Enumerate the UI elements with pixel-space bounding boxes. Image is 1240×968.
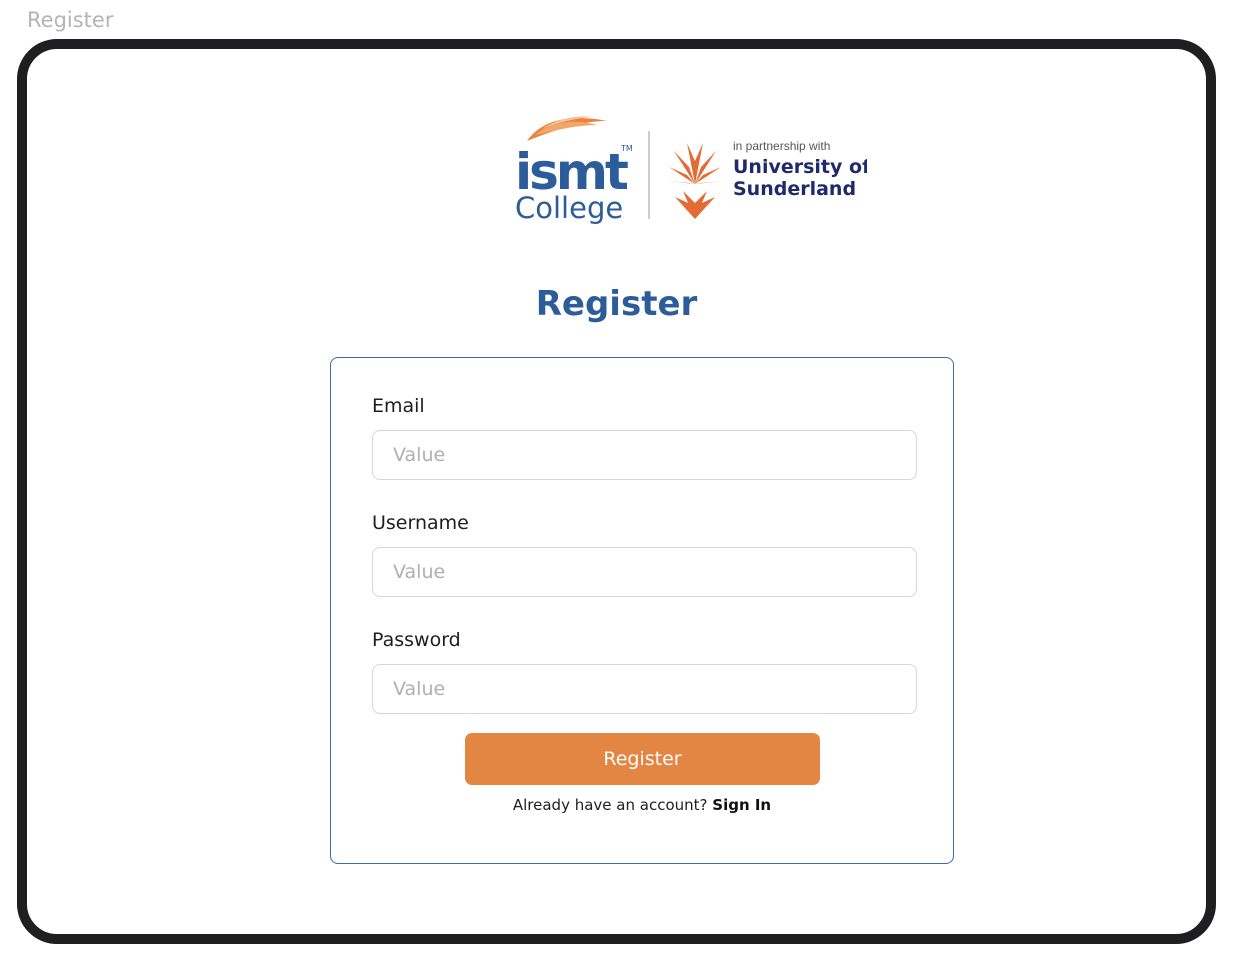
flame-icon <box>527 116 607 141</box>
username-label: Username <box>372 512 469 534</box>
signin-prompt: Already have an account? <box>512 796 713 814</box>
email-field[interactable] <box>372 430 917 480</box>
signin-link[interactable]: Sign In <box>712 796 771 814</box>
logo: ismt TM College in partnership with Univ… <box>515 116 867 225</box>
register-button[interactable]: Register <box>465 733 820 785</box>
partnership-text: in partnership with <box>733 139 830 153</box>
register-form-card: Email Username Password Register Already… <box>330 357 954 864</box>
password-field[interactable] <box>372 664 917 714</box>
device-frame: ismt TM College in partnership with Univ… <box>17 39 1216 944</box>
username-field[interactable] <box>372 547 917 597</box>
university-line2: Sunderland <box>733 178 856 200</box>
email-label: Email <box>372 395 425 417</box>
university-line1: University of <box>733 156 867 178</box>
page-title: Register <box>535 284 698 324</box>
frame-label: Register <box>27 8 114 32</box>
signin-row: Already have an account? Sign In <box>331 796 953 814</box>
sunburst-icon <box>667 143 723 219</box>
password-label: Password <box>372 629 461 651</box>
college-wordmark: College <box>515 191 623 225</box>
ismt-trademark: TM <box>620 144 633 153</box>
